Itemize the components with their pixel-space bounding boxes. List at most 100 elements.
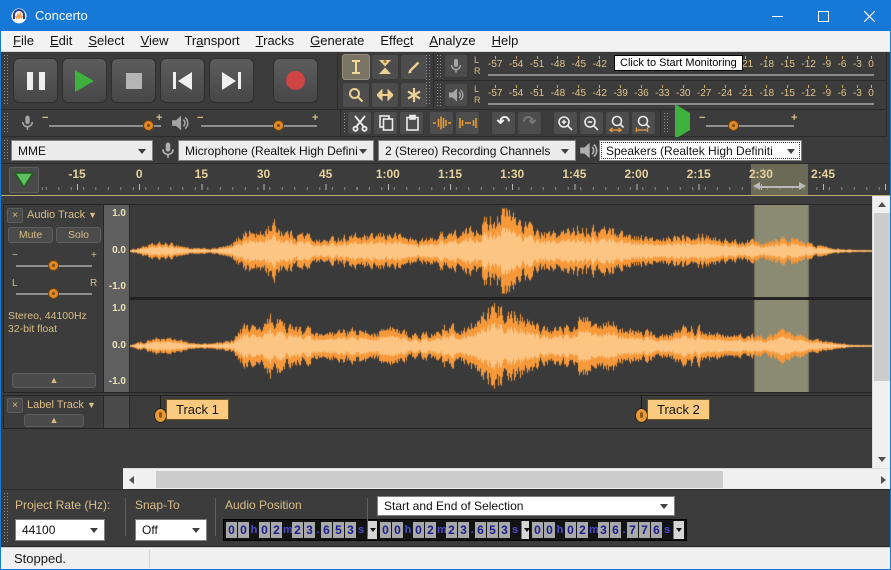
cut-button[interactable]	[347, 111, 372, 135]
close-button[interactable]	[846, 1, 891, 31]
toolbar-grip[interactable]	[436, 84, 442, 106]
zoom-out-button[interactable]	[579, 111, 604, 135]
envelope-tool-button[interactable]	[371, 54, 399, 80]
menu-item-edit[interactable]: Edit	[42, 31, 80, 51]
scroll-down-button[interactable]	[873, 451, 891, 468]
selection-drag-arrow[interactable]	[753, 182, 806, 191]
mute-button[interactable]: Mute	[8, 227, 53, 243]
skip-to-end-button[interactable]	[209, 58, 254, 103]
minimize-button[interactable]	[754, 1, 800, 31]
timeline-ruler[interactable]: -1501530451:001:151:301:452:002:152:302:…	[1, 164, 890, 196]
scroll-up-button[interactable]	[873, 196, 891, 213]
toolbar-grip[interactable]	[3, 493, 9, 543]
recording-meter-bar	[488, 74, 874, 76]
speaker-icon	[448, 87, 464, 103]
menu-item-file[interactable]: File	[5, 31, 42, 51]
audio-track-title[interactable]: Audio Track ▼	[27, 208, 97, 223]
maximize-button[interactable]	[800, 1, 846, 31]
slider-thumb[interactable]	[48, 288, 59, 299]
play-button[interactable]	[62, 58, 107, 103]
paste-button[interactable]	[399, 111, 424, 135]
play-speed-slider[interactable]	[706, 125, 794, 127]
horizontal-scrollbar[interactable]	[123, 468, 891, 489]
menu-item-select[interactable]: Select	[80, 31, 132, 51]
multi-tool-button[interactable]	[400, 82, 428, 108]
time-shift-tool-button[interactable]	[371, 82, 399, 108]
down-arrow-icon	[878, 457, 886, 462]
toolbar-grip[interactable]	[425, 55, 431, 106]
title-bar[interactable]: Concerto	[1, 1, 890, 31]
selection-end-field[interactable]: 00h02m36.776s	[529, 519, 687, 541]
label-track-content[interactable]: Track 1 Track 2	[130, 396, 875, 428]
menu-item-help[interactable]: Help	[484, 31, 527, 51]
menu-item-effect[interactable]: Effect	[372, 31, 421, 51]
menu-item-view[interactable]: View	[133, 31, 177, 51]
playback-device-select[interactable]: Speakers (Realtek High Definiti	[599, 140, 802, 161]
play-icon	[75, 70, 94, 92]
toolbar-grip[interactable]	[3, 55, 9, 106]
pan-slider[interactable]	[16, 293, 92, 295]
collapse-track-button[interactable]: ▲	[12, 373, 96, 388]
scroll-left-button[interactable]	[123, 469, 140, 490]
selection-start-field[interactable]: 00h02m23.653s	[377, 519, 535, 541]
silence-audio-button[interactable]	[455, 111, 480, 135]
horizontal-scrollbar-thumb[interactable]	[156, 471, 723, 488]
slider-thumb[interactable]	[48, 260, 59, 271]
time-field-dropdown-arrow[interactable]	[673, 521, 684, 539]
vertical-ruler[interactable]: 1.0 0.0 -1.0 1.0 0.0 -1.0	[104, 205, 130, 392]
close-track-button[interactable]: ×	[7, 398, 23, 413]
stop-button[interactable]	[111, 58, 156, 103]
skip-to-start-button[interactable]	[160, 58, 205, 103]
collapse-track-button[interactable]: ▲	[24, 414, 84, 427]
zoom-tool-button[interactable]	[342, 82, 370, 108]
slider-thumb[interactable]	[143, 120, 154, 131]
toolbar-grip[interactable]	[436, 55, 442, 77]
waveform-channel-right[interactable]	[130, 300, 875, 392]
recording-channels-select[interactable]: 2 (Stereo) Recording Channels	[378, 140, 576, 161]
audio-position-field[interactable]: 00h02m23.653s	[223, 519, 381, 541]
recording-device-select[interactable]: Microphone (Realtek High Defini	[178, 140, 374, 161]
label-text[interactable]: Track 1	[166, 399, 229, 420]
zoom-selection-button[interactable]	[605, 111, 630, 135]
playback-meter-toolbar[interactable]: L R -57-54-51-48-45-42-39-36-33-30-27-24…	[434, 81, 887, 110]
recording-volume-slider[interactable]	[49, 125, 161, 127]
toolbar-grip[interactable]	[3, 140, 9, 160]
audio-host-select[interactable]: MME	[11, 140, 153, 161]
copy-button[interactable]	[373, 111, 398, 135]
recording-meter-mic-button[interactable]	[444, 54, 468, 78]
label-text[interactable]: Track 2	[647, 399, 710, 420]
menu-item-generate[interactable]: Generate	[302, 31, 372, 51]
label-track-title[interactable]: Label Track ▼	[27, 398, 96, 413]
undo-button[interactable]: ↶	[491, 111, 516, 135]
menu-item-tracks[interactable]: Tracks	[248, 31, 303, 51]
close-track-button[interactable]: ×	[7, 208, 23, 223]
playback-meter-speaker-button[interactable]	[444, 83, 468, 107]
slider-thumb[interactable]	[728, 120, 739, 131]
project-rate-select[interactable]: 44100	[15, 519, 105, 541]
vertical-scrollbar-thumb[interactable]	[874, 213, 890, 381]
snap-to-select[interactable]: Off	[135, 519, 207, 541]
play-at-speed-button[interactable]	[675, 113, 690, 131]
pause-button[interactable]	[13, 58, 58, 103]
playback-meter-scale: -57-54-51-48-45-42-39-36-33-30-27-24-21-…	[488, 85, 874, 99]
slider-thumb[interactable]	[273, 120, 284, 131]
waveform-channel-left[interactable]	[130, 205, 875, 297]
solo-button[interactable]: Solo	[56, 227, 101, 243]
toolbar-grip[interactable]	[663, 113, 669, 133]
redo-button[interactable]: ↷	[517, 111, 542, 135]
playback-volume-slider[interactable]	[201, 125, 317, 127]
menu-item-transport[interactable]: Transport	[176, 31, 247, 51]
selection-tool-button[interactable]	[342, 54, 370, 80]
record-button[interactable]	[273, 58, 318, 103]
gain-slider[interactable]	[16, 265, 92, 267]
selection-range-mode-select[interactable]: Start and End of Selection	[377, 496, 675, 516]
zoom-in-button[interactable]	[553, 111, 578, 135]
menu-item-analyze[interactable]: Analyze	[421, 31, 483, 51]
recording-meter-toolbar[interactable]: L R -57-54-51-48-45-42-39-36-33-30-27-24…	[434, 52, 887, 81]
trim-audio-button[interactable]	[429, 111, 454, 135]
vertical-scrollbar[interactable]	[872, 196, 890, 468]
scroll-right-button[interactable]	[875, 469, 891, 490]
toolbar-grip[interactable]	[3, 113, 9, 133]
draw-tool-button[interactable]	[400, 54, 428, 80]
zoom-fit-button[interactable]	[631, 111, 656, 135]
